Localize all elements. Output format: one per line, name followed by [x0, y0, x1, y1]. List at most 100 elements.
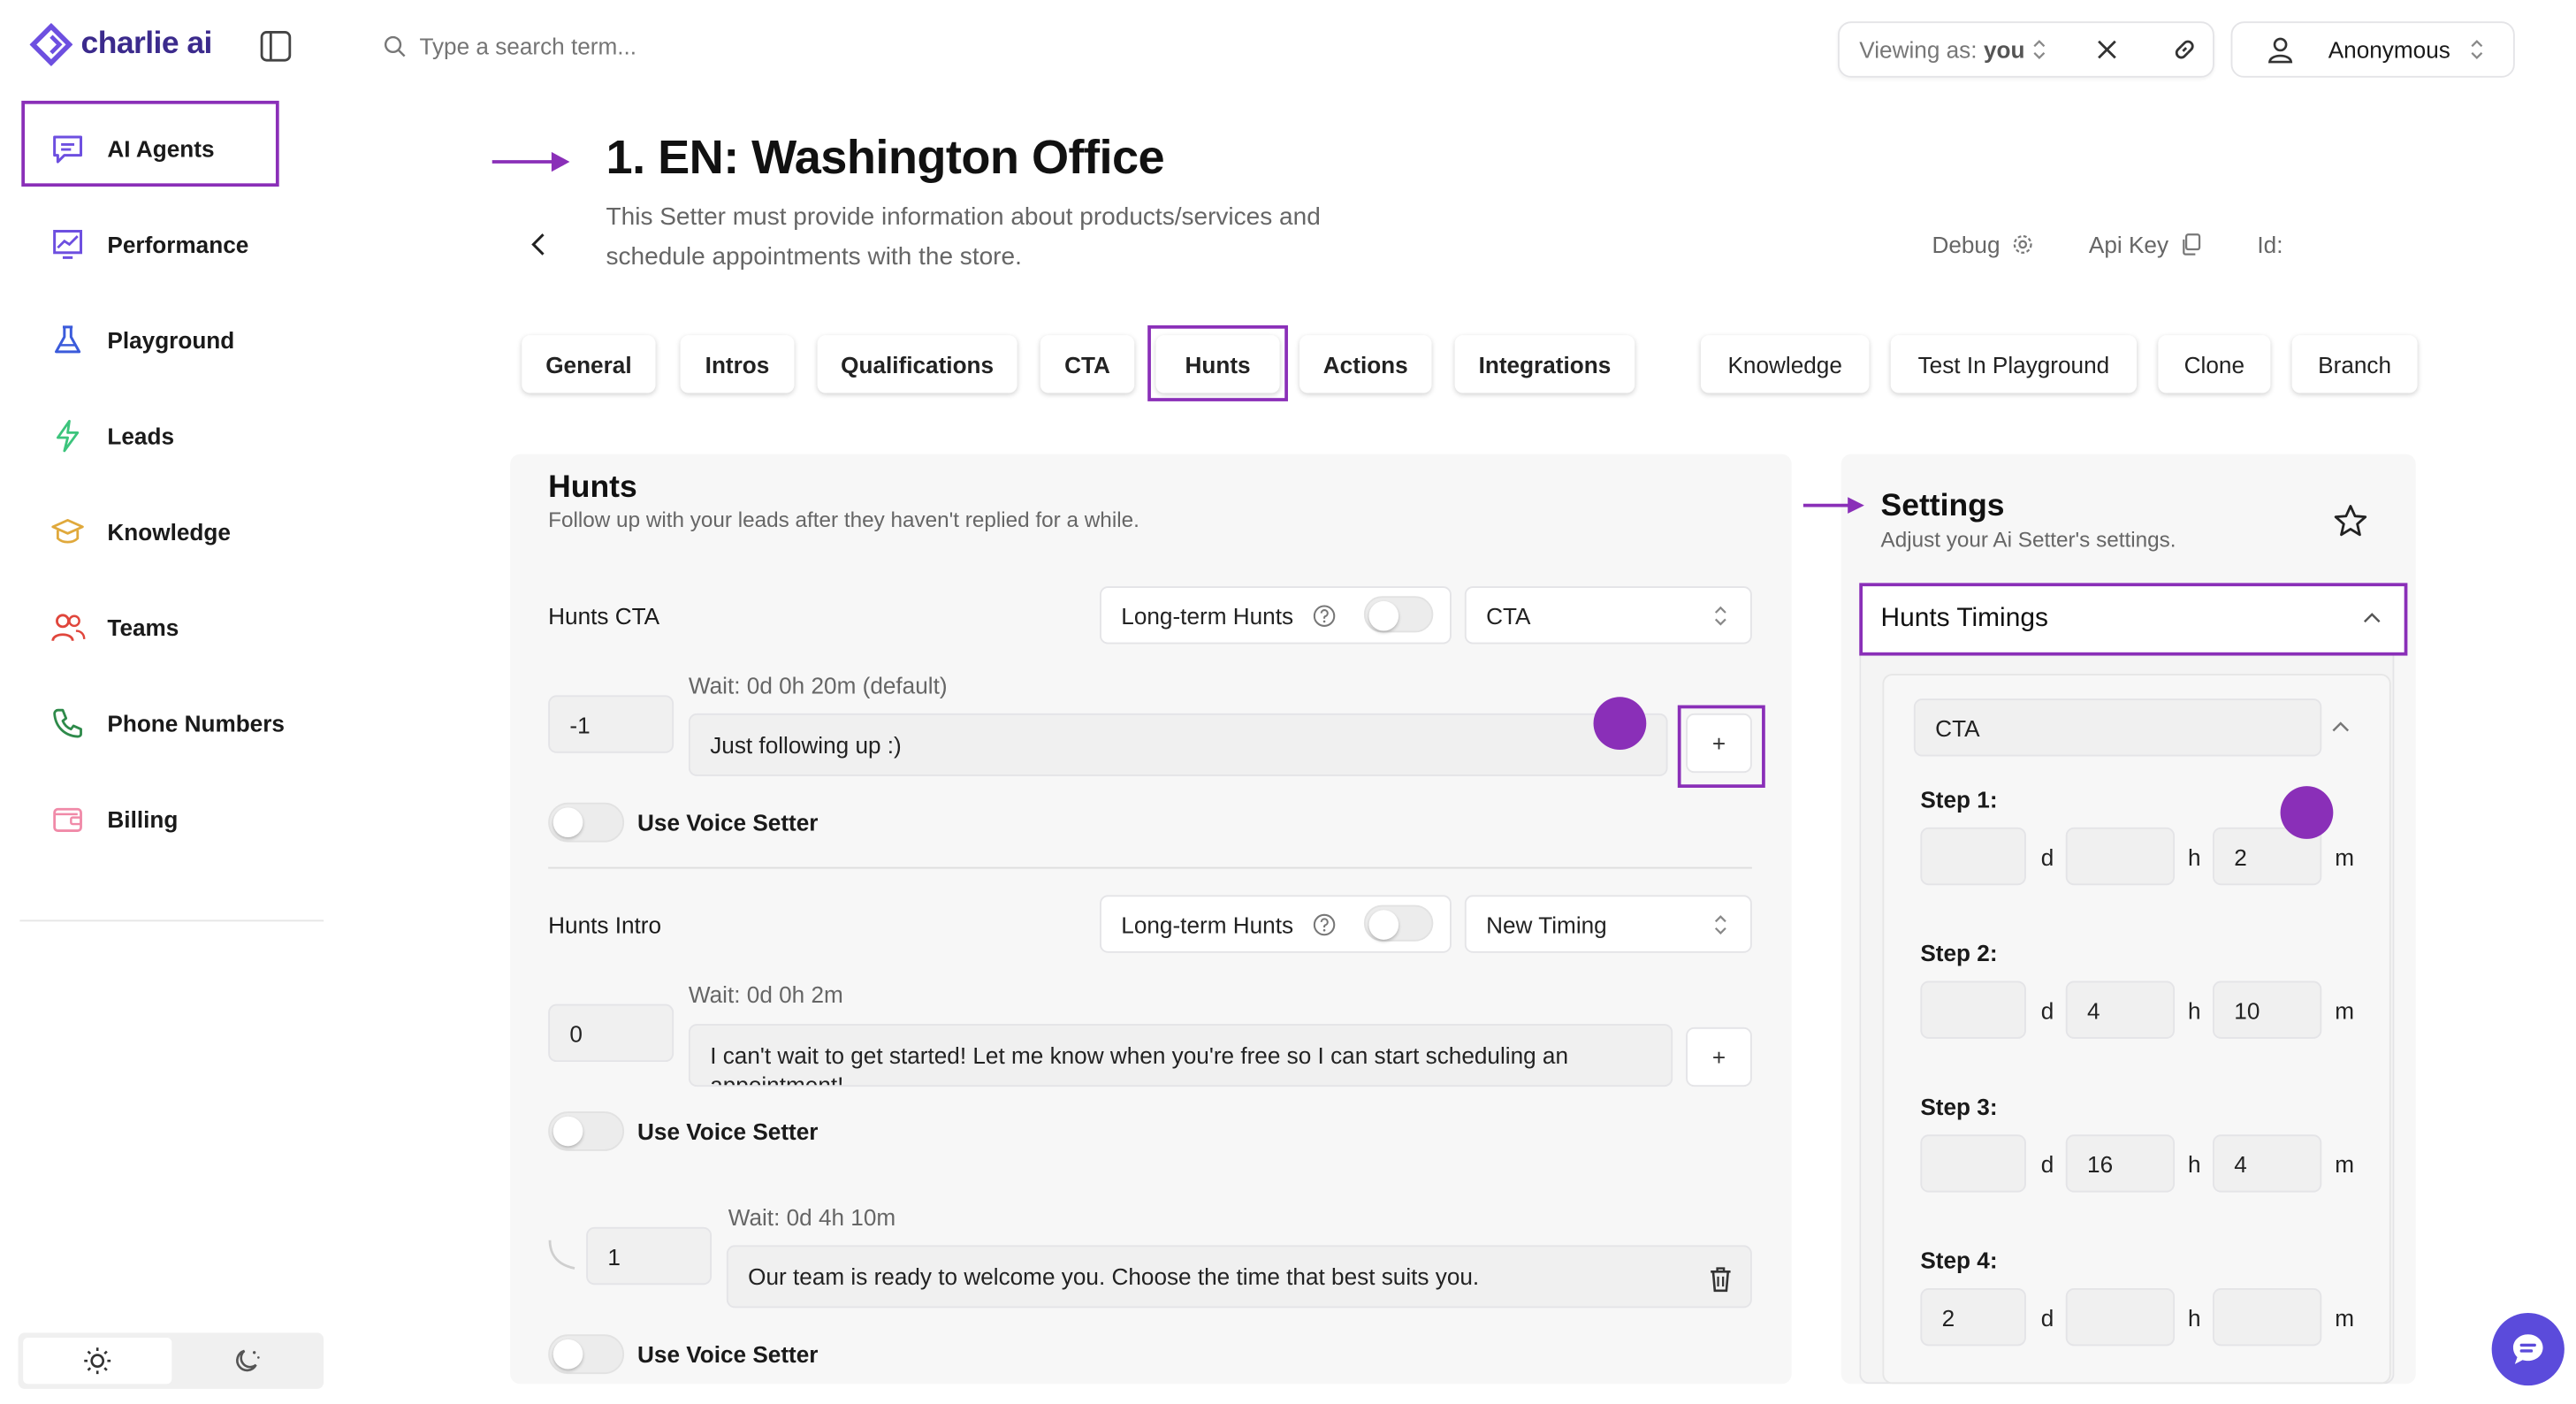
longterm-hunts-label: Long-term Hunts: [1121, 911, 1294, 938]
step-4-label: Step 4:: [1920, 1247, 1998, 1274]
sidebar-item-playground[interactable]: Playground: [50, 316, 234, 365]
cta-message-input[interactable]: Just following up :): [688, 713, 1668, 776]
step-3-days-input[interactable]: [1920, 1134, 2026, 1193]
step-3-hours-input[interactable]: 16: [2065, 1134, 2176, 1193]
page-title: 1. EN: Washington Office: [606, 132, 1165, 186]
sidebar-item-phone-numbers[interactable]: Phone Numbers: [50, 698, 285, 748]
cta-step-input[interactable]: -1: [548, 695, 674, 753]
dark-theme-button[interactable]: [175, 1338, 319, 1384]
link-icon[interactable]: [2172, 36, 2199, 63]
arrow-right-icon: [1802, 494, 1866, 517]
back-chevron-icon[interactable]: [525, 232, 552, 258]
search-input[interactable]: [419, 33, 915, 60]
moon-icon: [232, 1346, 262, 1376]
branch-connector-icon: [548, 1239, 578, 1271]
tab-general[interactable]: General: [522, 335, 656, 393]
account-dropdown[interactable]: Anonymous: [2230, 21, 2515, 78]
chart-icon: [50, 226, 86, 263]
viewing-as-dropdown[interactable]: Viewing as: you: [1859, 36, 2046, 63]
sidebar-item-performance[interactable]: Performance: [50, 219, 248, 269]
intro-message-text-2: Our team is ready to welcome you. Choose…: [748, 1263, 1480, 1290]
star-icon[interactable]: [2333, 504, 2367, 538]
tab-test-in-playground[interactable]: Test In Playground: [1890, 335, 2138, 393]
step-2-minutes-input[interactable]: 10: [2212, 981, 2322, 1039]
step-4-hours-input[interactable]: [2065, 1287, 2176, 1347]
timings-cta-select[interactable]: CTA: [1913, 698, 2322, 757]
close-icon[interactable]: [2096, 38, 2119, 61]
tab-branch[interactable]: Branch: [2291, 335, 2418, 393]
sidebar-item-label: Billing: [107, 805, 179, 833]
sidebar-item-billing[interactable]: Billing: [50, 794, 178, 843]
longterm-hunts-intro-toggle[interactable]: [1363, 904, 1434, 942]
step-1-hours-input[interactable]: [2065, 827, 2176, 886]
step-3-label: Step 3:: [1920, 1093, 1998, 1120]
tab-hunts-highlight-box: [1147, 324, 1288, 401]
days-unit: d: [2040, 843, 2054, 871]
search-bar[interactable]: [383, 33, 915, 60]
intro-voice-toggle-2[interactable]: [548, 1334, 625, 1375]
minutes-unit: m: [2335, 1304, 2355, 1332]
light-theme-button[interactable]: [23, 1337, 172, 1385]
step-1-days-input[interactable]: [1920, 827, 2026, 886]
intro-voice-toggle-1[interactable]: [548, 1111, 625, 1151]
trash-icon[interactable]: [1707, 1265, 1734, 1293]
step-4-days-input[interactable]: 2: [1920, 1287, 2026, 1347]
sidebar-item-label: Phone Numbers: [107, 710, 285, 737]
intro-add-button[interactable]: +: [1686, 1026, 1752, 1087]
debug-button[interactable]: Debug: [1932, 232, 2034, 257]
help-circle-icon[interactable]: [1314, 912, 1337, 935]
sidebar-item-teams[interactable]: Teams: [50, 603, 179, 652]
hours-unit: h: [2187, 1150, 2201, 1178]
hours-unit: h: [2187, 1304, 2201, 1332]
sidebar-toggle-icon[interactable]: [259, 30, 292, 63]
tab-intros[interactable]: Intros: [680, 335, 795, 393]
hunts-subtitle: Follow up with your leads after they hav…: [548, 507, 1139, 532]
phone-icon: [50, 706, 86, 742]
section-divider: [548, 866, 1752, 869]
hunts-cta-label: Hunts CTA: [548, 602, 660, 630]
api-key-button[interactable]: Api Key: [2089, 232, 2203, 257]
chevron-up-icon[interactable]: [2331, 720, 2350, 733]
chat-support-button[interactable]: [2491, 1312, 2565, 1386]
cta-voice-toggle[interactable]: [548, 802, 625, 843]
chevron-updown-icon: [2033, 40, 2046, 59]
tab-cta[interactable]: CTA: [1040, 335, 1135, 393]
chat-icon: [50, 131, 86, 167]
step-4-minutes-input[interactable]: [2212, 1287, 2322, 1347]
minutes-unit: m: [2335, 1150, 2355, 1178]
step-3-minutes-input[interactable]: 4: [2212, 1134, 2322, 1193]
longterm-hunts-cta-toggle[interactable]: [1363, 596, 1434, 633]
hunts-intro-select-value: New Timing: [1486, 911, 1607, 938]
intro-message-input-1[interactable]: I can't wait to get started! Let me know…: [688, 1024, 1673, 1087]
intro-step-input-1[interactable]: 0: [548, 1003, 674, 1063]
intro-voice-label-2: Use Voice Setter: [637, 1340, 819, 1368]
intro-step-input-2[interactable]: 1: [586, 1226, 713, 1286]
step-2-label: Step 2:: [1920, 939, 1998, 966]
tab-knowledge[interactable]: Knowledge: [1700, 335, 1870, 393]
days-unit: d: [2040, 1150, 2054, 1178]
tab-clone[interactable]: Clone: [2158, 335, 2271, 393]
step-2-hours-input[interactable]: 4: [2065, 981, 2176, 1039]
timings-cta-value: CTA: [1935, 713, 1980, 741]
tab-integrations[interactable]: Integrations: [1454, 335, 1635, 393]
tab-qualifications[interactable]: Qualifications: [817, 335, 1017, 393]
sidebar-item-ai-agents[interactable]: AI Agents: [50, 124, 215, 173]
cursor-dot: [1593, 697, 1647, 751]
users-icon: [50, 609, 86, 645]
flask-icon: [50, 322, 86, 358]
hours-unit: h: [2187, 843, 2201, 871]
page-description: This Setter must provide information abo…: [606, 202, 1321, 271]
brand-name: charlie ai: [80, 26, 213, 62]
sidebar-item-leads[interactable]: Leads: [50, 411, 174, 461]
step-2-days-input[interactable]: [1920, 981, 2026, 1039]
logo[interactable]: charlie ai: [29, 23, 213, 66]
sidebar-item-label: Knowledge: [107, 518, 231, 546]
hunts-cta-select[interactable]: CTA: [1464, 586, 1752, 645]
tab-actions[interactable]: Actions: [1299, 335, 1432, 393]
help-circle-icon[interactable]: [1314, 604, 1337, 627]
chevron-updown-icon: [2470, 40, 2483, 59]
hunts-intro-select[interactable]: New Timing: [1464, 895, 1752, 953]
intro-message-input-2[interactable]: Our team is ready to welcome you. Choose…: [726, 1245, 1752, 1309]
sidebar-item-knowledge[interactable]: Knowledge: [50, 507, 231, 556]
cta-voice-label: Use Voice Setter: [637, 809, 819, 836]
